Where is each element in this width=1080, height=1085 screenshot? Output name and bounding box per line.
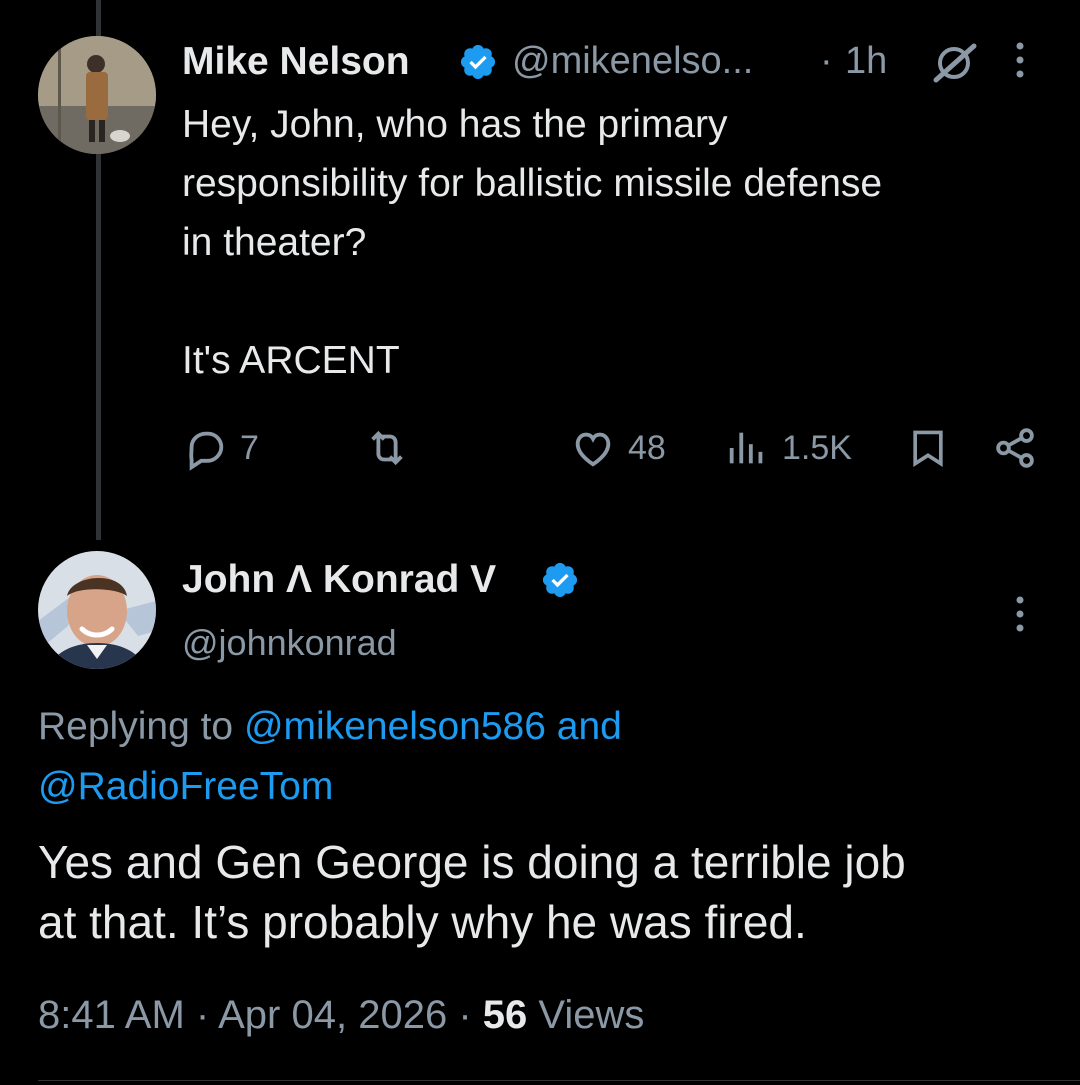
separator-dot: · xyxy=(820,40,833,82)
mention-link[interactable]: @mikenelson586 xyxy=(244,705,546,748)
separator-dot: · xyxy=(458,993,472,1037)
tweet-time[interactable]: 8:41 AM xyxy=(38,993,185,1037)
verified-badge-icon xyxy=(540,560,580,600)
parent-timestamp[interactable]: 1h xyxy=(845,40,887,83)
tweet-metadata: 8:41 AM · Apr 04, 2026 · 56 Views xyxy=(38,993,644,1038)
divider xyxy=(38,1080,1080,1081)
reply-icon xyxy=(189,431,224,471)
tweet-text-line: Yes and Gen George is doing a terrible j… xyxy=(38,836,906,888)
views-button[interactable]: 1.5K xyxy=(724,418,852,478)
parent-tweet-text: Hey, John, who has the primary responsib… xyxy=(182,95,1062,390)
replying-to: Replying to @mikenelson586 and @RadioFre… xyxy=(38,697,1038,817)
tweet-text-line: responsibility for ballistic missile def… xyxy=(182,162,883,205)
mention-link[interactable]: @RadioFreeTom xyxy=(38,765,333,808)
tweet-text-line: at that. It’s probably why he was fired. xyxy=(38,896,807,948)
main-tweet-text: Yes and Gen George is doing a terrible j… xyxy=(38,832,1058,952)
parent-author-name[interactable]: Mike Nelson xyxy=(182,40,410,84)
verified-badge-icon xyxy=(458,42,498,82)
avatar-mike-nelson[interactable] xyxy=(38,36,156,154)
views-count: 56 xyxy=(482,993,528,1037)
like-icon xyxy=(575,432,611,467)
parent-handle[interactable]: @mikenelso... xyxy=(512,40,753,83)
share-icon xyxy=(996,428,1034,468)
retweet-icon xyxy=(371,430,403,466)
separator-dot: · xyxy=(195,993,210,1037)
tweet-text-line xyxy=(182,272,1062,331)
tweet-text-line: It's ARCENT xyxy=(182,339,400,382)
views-icon xyxy=(729,432,763,464)
bookmark-icon xyxy=(913,430,943,467)
avatar-john-konrad[interactable] xyxy=(38,551,156,669)
main-author-name[interactable]: John Λ Konrad V xyxy=(182,558,496,602)
retweet-button[interactable] xyxy=(362,418,424,478)
action-bar: 7 48 1.5K xyxy=(182,418,1062,478)
more-icon[interactable] xyxy=(1005,36,1035,86)
reply-button[interactable]: 7 xyxy=(182,418,259,478)
reply-count: 7 xyxy=(240,428,259,467)
views-count: 1.5K xyxy=(782,428,852,467)
more-icon[interactable] xyxy=(1005,590,1035,640)
grok-icon[interactable] xyxy=(930,42,982,84)
share-button[interactable] xyxy=(992,418,1038,478)
bookmark-button[interactable] xyxy=(906,418,950,478)
replying-prefix: Replying to xyxy=(38,705,234,748)
tweet-text-line: Hey, John, who has the primary xyxy=(182,103,728,146)
tweet-date[interactable]: Apr 04, 2026 xyxy=(218,993,447,1037)
like-count: 48 xyxy=(628,428,666,467)
main-handle[interactable]: @johnkonrad xyxy=(182,622,397,664)
like-button[interactable]: 48 xyxy=(570,418,666,478)
tweet-text-line: in theater? xyxy=(182,221,367,264)
views-label: Views xyxy=(538,993,645,1037)
replying-and[interactable]: and xyxy=(557,705,622,748)
